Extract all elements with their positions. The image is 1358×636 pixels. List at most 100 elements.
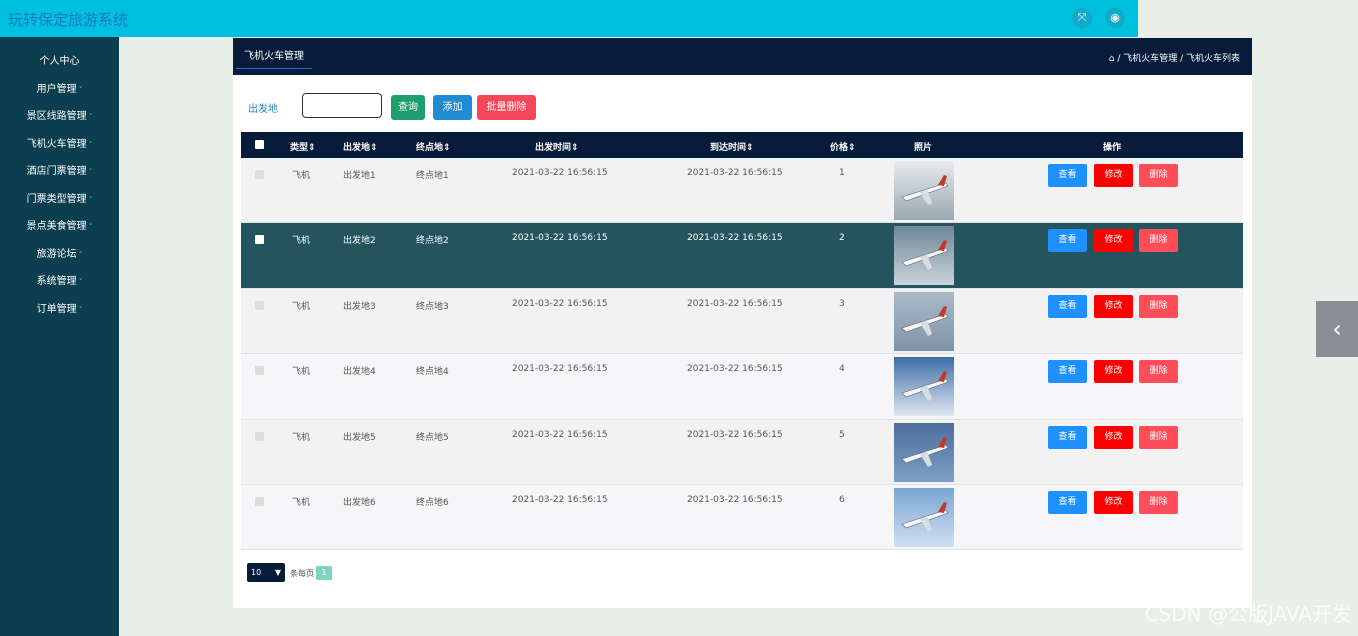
query-button[interactable]: 查询	[391, 95, 425, 120]
delete-button[interactable]: 删除	[1139, 294, 1178, 318]
edit-button[interactable]: 修改	[1094, 425, 1133, 449]
row-checkbox[interactable]	[255, 496, 264, 506]
per-page-label: 条每页	[290, 569, 314, 578]
cell-arrive-time: 2021-03-22 16:56:15	[687, 364, 783, 375]
sidebar-item[interactable]: 景区线路管理 ˅	[0, 103, 119, 131]
collapse-chevron-icon[interactable]: ‹	[1316, 301, 1358, 357]
cell-type: 飞机	[292, 171, 311, 181]
sidebar-item[interactable]: 门票类型管理 ˅	[0, 186, 119, 214]
cell-from: 出发地3	[343, 301, 376, 312]
view-button[interactable]: 查看	[1048, 229, 1087, 253]
page-size-value: 10	[251, 568, 262, 577]
delete-button[interactable]: 删除	[1139, 229, 1178, 253]
sidebar-item[interactable]: 订单管理 ˅	[0, 296, 119, 324]
sidebar-item[interactable]: 旅游论坛 ˅	[0, 241, 119, 269]
app-title: 玩转保定旅游系统	[8, 11, 129, 29]
view-button[interactable]: 查看	[1048, 425, 1087, 449]
table-row[interactable]: 飞机 出发地4 终点地4 2021-03-22 16:56:15 2021-03-22 …	[241, 354, 1243, 420]
sidebar-item[interactable]: 系统管理 ˅	[0, 268, 119, 296]
chevron-down-icon: ˅	[86, 140, 93, 149]
airplane-photo	[894, 291, 954, 351]
col-price[interactable]: 价格⇕	[830, 140, 856, 153]
sidebar-item[interactable]: 飞机火车管理 ˅	[0, 131, 119, 159]
cell-type: 飞机	[292, 432, 311, 443]
cell-price: 1	[839, 168, 845, 178]
sidebar-item[interactable]: 酒店门票管理 ˅	[0, 158, 119, 186]
view-button[interactable]: 查看	[1048, 294, 1087, 318]
page-number-1[interactable]: 1	[316, 566, 332, 580]
row-checkbox[interactable]	[255, 235, 264, 245]
data-table: 类型⇕ 出发地⇕ 终点地⇕ 出发时间⇕ 到达时间⇕ 价格⇕ 照片 操作 飞机 出发…	[241, 132, 1243, 551]
delete-button[interactable]: 删除	[1139, 164, 1178, 187]
cell-arrive-time: 2021-03-22 16:56:15	[687, 168, 783, 178]
row-checkbox[interactable]	[255, 366, 264, 376]
col-type[interactable]: 类型⇕	[290, 140, 316, 153]
sidebar-item[interactable]: 用户管理 ˅	[0, 76, 119, 104]
sidebar-item-label: 景区线路管理	[26, 111, 87, 122]
main-panel: 飞机火车管理 ⌂ / 飞机火车管理 / 飞机火车列表 出发地 查询 添加 批量删…	[233, 38, 1252, 608]
add-button[interactable]: 添加	[433, 95, 472, 120]
delete-button[interactable]: 删除	[1139, 490, 1178, 514]
edit-button[interactable]: 修改	[1094, 294, 1133, 318]
col-from[interactable]: 出发地⇕	[343, 140, 378, 153]
table-row[interactable]: 飞机 出发地1 终点地1 2021-03-22 16:56:15 2021-03-22 …	[241, 158, 1243, 224]
sidebar: 个人中心 用户管理 ˅ 景区线路管理 ˅ 飞机火车管理 ˅ 酒店门票管理 ˅ 门票类型管理…	[0, 37, 119, 636]
table-row[interactable]: 飞机 出发地5 终点地5 2021-03-22 16:56:15 2021-03-22 …	[241, 419, 1243, 485]
chevron-down-icon: ˅	[76, 250, 83, 259]
sidebar-item-label: 飞机火车管理	[26, 138, 87, 150]
cell-to: 终点地2	[416, 236, 449, 247]
col-to[interactable]: 终点地⇕	[416, 140, 451, 153]
table-row[interactable]: 飞机 出发地2 终点地2 2021-03-22 16:56:15 2021-03-22 …	[241, 223, 1243, 289]
delete-button[interactable]: 删除	[1139, 360, 1178, 384]
user-icon[interactable]: ◉	[1105, 8, 1125, 28]
cell-price: 4	[839, 364, 845, 375]
sidebar-item[interactable]: 个人中心	[0, 48, 119, 76]
col-photo: 照片	[914, 143, 933, 153]
cell-depart-time: 2021-03-22 16:56:15	[512, 364, 608, 375]
view-button[interactable]: 查看	[1048, 360, 1087, 384]
col-depart-time[interactable]: 出发时间⇕	[535, 140, 579, 153]
cell-from: 出发地4	[343, 367, 376, 378]
sidebar-item[interactable]: 景点美食管理 ˅	[0, 213, 119, 241]
cell-from: 出发地6	[343, 497, 376, 508]
sidebar-item-label: 系统管理	[36, 276, 77, 287]
delete-button[interactable]: 删除	[1139, 425, 1178, 449]
sidebar-item-label: 景点美食管理	[26, 221, 87, 232]
departure-search-input[interactable]	[302, 93, 382, 118]
cell-from: 出发地5	[343, 432, 376, 443]
cell-price: 3	[839, 298, 845, 309]
view-button[interactable]: 查看	[1048, 164, 1087, 187]
row-checkbox[interactable]	[255, 170, 264, 179]
chevron-down-icon: ˅	[76, 85, 83, 94]
cell-arrive-time: 2021-03-22 16:56:15	[687, 429, 783, 440]
col-arrive-time[interactable]: 到达时间⇕	[710, 140, 754, 153]
cell-type: 飞机	[292, 367, 311, 378]
select-all-checkbox[interactable]	[255, 140, 264, 149]
batch-delete-button[interactable]: 批量删除	[477, 95, 536, 120]
cell-to: 终点地5	[416, 432, 449, 443]
edit-button[interactable]: 修改	[1094, 360, 1133, 384]
col-operations: 操作	[1103, 143, 1122, 153]
chevron-down-icon: ˅	[76, 278, 83, 286]
tab-flight-train[interactable]: 飞机火车管理	[236, 38, 312, 69]
edit-button[interactable]: 修改	[1094, 164, 1133, 187]
row-checkbox[interactable]	[255, 431, 264, 441]
table-row[interactable]: 飞机 出发地3 终点地3 2021-03-22 16:56:15 2021-03-22 …	[241, 288, 1243, 355]
edit-button[interactable]: 修改	[1094, 490, 1133, 514]
row-checkbox[interactable]	[255, 300, 264, 310]
cell-arrive-time: 2021-03-22 16:56:15	[687, 494, 783, 505]
cell-depart-time: 2021-03-22 16:56:15	[512, 494, 608, 505]
edit-button[interactable]: 修改	[1094, 229, 1133, 253]
airplane-photo	[894, 226, 954, 286]
sidebar-item-label: 旅游论坛	[36, 248, 77, 260]
cell-arrive-time: 2021-03-22 16:56:15	[687, 298, 783, 309]
page-size-select[interactable]: 10 ▼	[247, 563, 285, 582]
search-label: 出发地	[248, 104, 278, 115]
table-row[interactable]: 飞机 出发地6 终点地6 2021-03-22 16:56:15 2021-03-22 …	[241, 484, 1243, 551]
cell-price: 6	[839, 494, 845, 505]
top-bar: 玩转保定旅游系统 ⤧ ◉	[0, 0, 1138, 37]
fullscreen-icon[interactable]: ⤧	[1072, 8, 1092, 28]
cell-to: 终点地4	[416, 367, 449, 378]
view-button[interactable]: 查看	[1048, 490, 1087, 514]
sidebar-item-label: 门票类型管理	[26, 193, 87, 205]
